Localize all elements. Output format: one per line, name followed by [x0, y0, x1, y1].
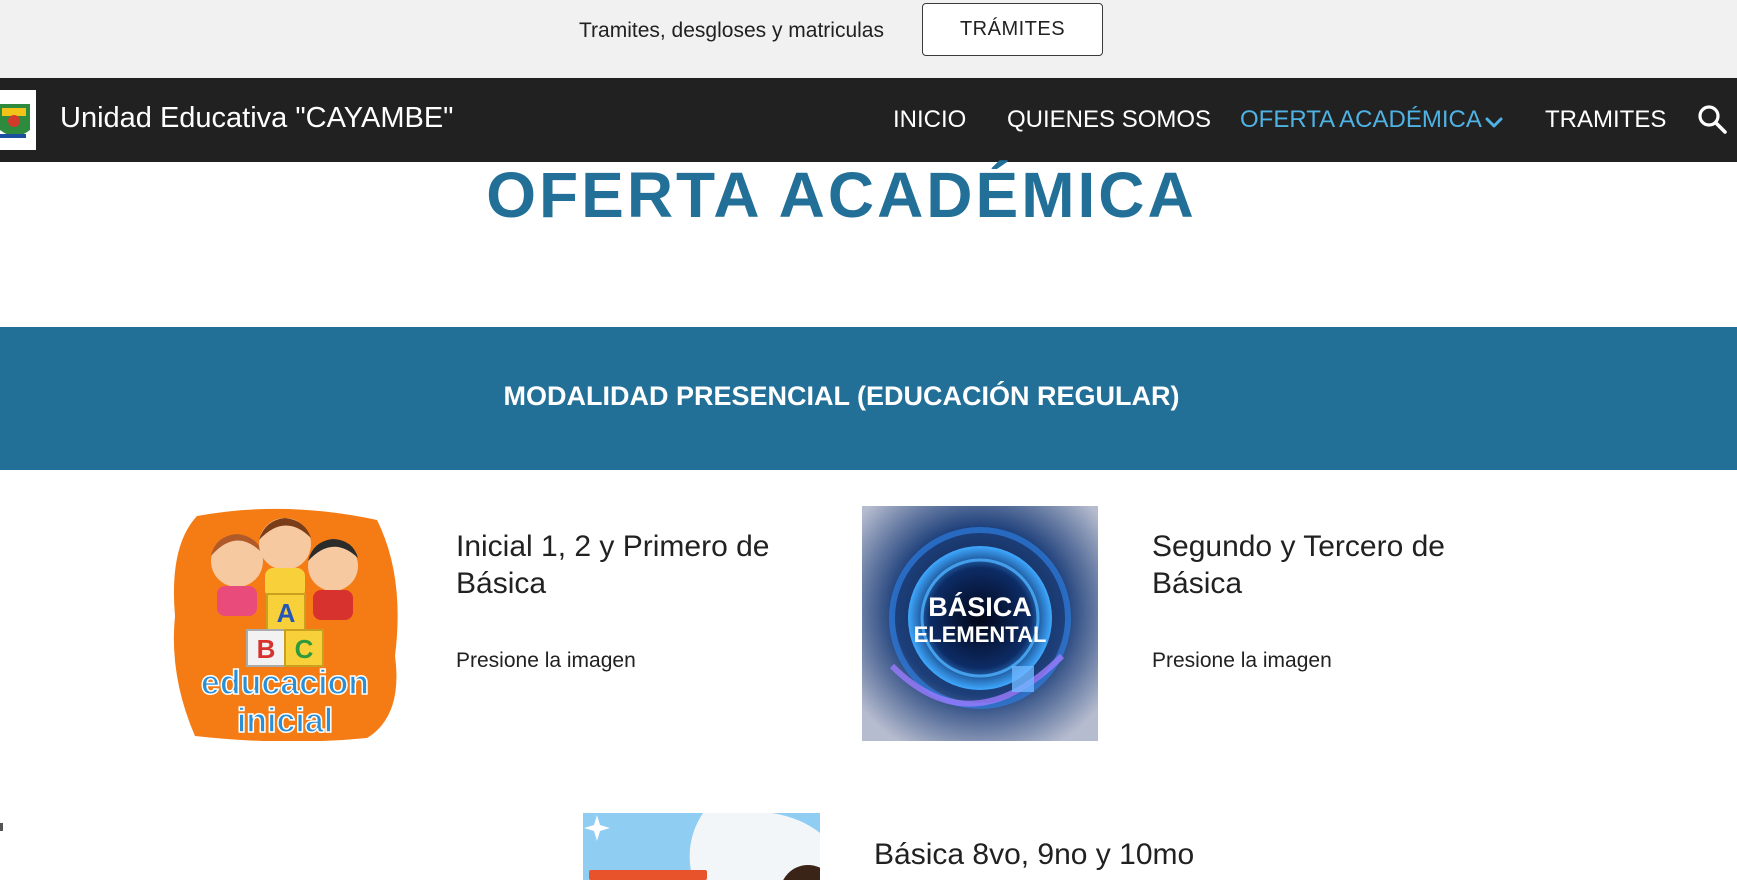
image-word-educacion: educacion — [201, 664, 369, 702]
band-title: MODALIDAD PRESENCIAL (EDUCACIÓN REGULAR) — [503, 381, 1180, 411]
modalidad-band: MODALIDAD PRESENCIAL (EDUCACIÓN REGULAR) — [0, 327, 1737, 470]
block-letter-c: C — [295, 634, 314, 664]
school-logo[interactable] — [0, 90, 36, 150]
basica-superior-image[interactable] — [583, 813, 820, 880]
nav-tramites[interactable]: TRAMITES — [1545, 106, 1666, 134]
left-edge-marker — [0, 823, 3, 831]
tile-hint-inicial: Presione la imagen — [456, 649, 636, 672]
nav-inicio[interactable]: INICIO — [893, 106, 966, 134]
announcement-text: Tramites, desgloses y matriculas — [579, 19, 884, 42]
image-word-basica: BÁSICA — [928, 591, 1032, 622]
announcement-bar: Tramites, desgloses y matriculas TRÁMITE… — [0, 0, 1737, 78]
nav-oferta-academica[interactable]: OFERTA ACADÉMICA — [1240, 106, 1482, 134]
basica-elemental-image[interactable]: BÁSICA ELEMENTAL — [862, 506, 1098, 741]
site-header: Unidad Educativa "CAYAMBE" INICIO QUIENE… — [0, 78, 1737, 162]
tile-heading-inicial: Inicial 1, 2 y Primero de Básica — [456, 530, 770, 600]
block-letter-a: A — [277, 598, 296, 628]
tile-heading-elemental: Segundo y Tercero de Básica — [1152, 530, 1445, 600]
educacion-inicial-image[interactable]: A B C educacion inicial — [167, 506, 403, 741]
image-word-inicial: inicial — [237, 702, 333, 740]
nav-quienes-somos[interactable]: QUIENES SOMOS — [1007, 106, 1211, 134]
page-title: OFERTA ACADÉMICA — [486, 159, 1197, 231]
search-icon[interactable] — [1696, 103, 1728, 135]
tile-hint-elemental: Presione la imagen — [1152, 649, 1332, 672]
image-word-elemental: ELEMENTAL — [914, 622, 1047, 647]
tramites-button[interactable]: TRÁMITES — [922, 3, 1103, 56]
site-title[interactable]: Unidad Educativa "CAYAMBE" — [60, 102, 453, 135]
chevron-down-icon[interactable] — [1482, 111, 1506, 135]
tile-heading-superior: Básica 8vo, 9no y 10mo — [874, 838, 1195, 871]
block-letter-b: B — [257, 634, 276, 664]
